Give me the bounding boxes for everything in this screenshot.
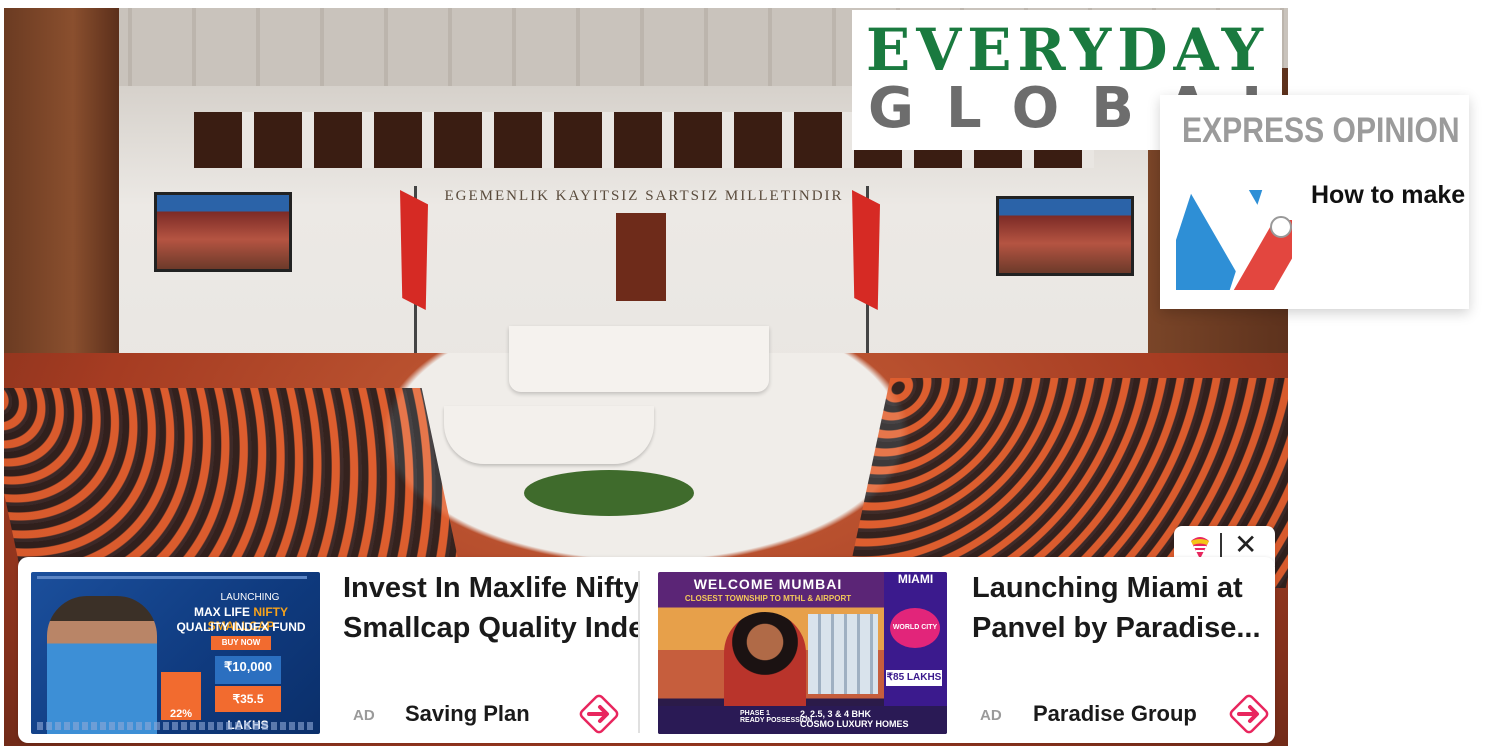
ad-model-figure (47, 596, 157, 734)
creative-towers (808, 614, 878, 694)
creative-fineprint-bottom (37, 722, 315, 730)
opinion-section-title: EXPRESS OPINION (1182, 111, 1460, 150)
creative-miami: MIAMI (897, 572, 934, 586)
creative-amount-value: ₹35.5 LAKHS (215, 686, 281, 732)
ad-card-paradise[interactable]: WELCOME MUMBAI CLOSEST TOWNSHIP TO MTHL … (642, 557, 1275, 743)
creative-welcome: WELCOME MUMBAI (693, 576, 843, 592)
wall-screen-left (154, 192, 292, 272)
ad-label: AD (353, 707, 375, 724)
creative-percent: 22% (161, 672, 201, 720)
opinion-thumbnail[interactable] (1176, 180, 1292, 294)
creative-bhk-text: 2, 2.5, 3 & 4 BHK (800, 709, 872, 719)
flag (852, 190, 880, 310)
creative-launching: LAUNCHING (220, 592, 280, 603)
creative-subtitle: CLOSEST TOWNSHIP TO MTHL & AIRPORT (684, 594, 852, 603)
ad-title-line: Smallcap Quality Index (343, 612, 638, 644)
creative-model (724, 612, 806, 712)
flag (400, 190, 428, 310)
creative-buy-now: BUY NOW (211, 636, 271, 650)
ad-label: AD (980, 707, 1002, 724)
ad-arrow-icon[interactable] (1224, 689, 1274, 739)
creative-phase-text: PHASE 1 (740, 710, 770, 717)
center-door (616, 213, 666, 301)
ad-title[interactable]: Invest In Maxlife Nifty Smallcap Quality… (343, 568, 638, 648)
lower-podium (444, 406, 654, 464)
creative-fund-brand: MAX LIFE (193, 605, 250, 619)
ad-card-maxlife[interactable]: LAUNCHING MAX LIFE NIFTY SMALLCAP QUALIT… (18, 557, 638, 743)
ad-title-line: Invest In Maxlife Nifty (343, 572, 638, 604)
thumb-shape (1270, 216, 1292, 238)
ad-image-maxlife[interactable]: LAUNCHING MAX LIFE NIFTY SMALLCAP QUALIT… (31, 572, 320, 734)
opinion-headline-link[interactable]: How to make (1311, 181, 1465, 210)
ad-arrow-icon[interactable] (574, 689, 624, 739)
ad-sponsor-name[interactable]: Saving Plan (405, 701, 530, 727)
creative-world-city: WORLD CITY (890, 608, 940, 648)
ad-title-line: Panvel by Paradise... (972, 612, 1261, 644)
ad-title[interactable]: Launching Miami at Panvel by Paradise... (972, 568, 1275, 648)
creative-fineprint-top (37, 576, 307, 579)
planter (524, 470, 694, 516)
wood-panel-left (4, 8, 119, 368)
creative-footer: PHASE 1 READY POSSESSION 2, 2.5, 3 & 4 BH… (658, 706, 947, 734)
wall-motto: EGEMENLIK KAYITSIZ SARTSIZ MILLETINDIR (444, 188, 844, 204)
creative-homes: COSMO LUXURY HOMES (800, 719, 909, 729)
express-opinion-card[interactable]: EXPRESS OPINION How to make (1160, 95, 1469, 309)
logo-line-everyday: EVERYDAY (866, 16, 1270, 84)
creative-price: ₹85 LAKHS (886, 670, 942, 686)
creative-amount-investment: ₹10,000 (215, 656, 281, 684)
creative-bhk: 2, 2.5, 3 & 4 BHK COSMO LUXURY HOMES (800, 709, 909, 729)
wall-screen-right (996, 196, 1134, 276)
ad-title-line: Launching Miami at (972, 572, 1243, 604)
creative-side-panel: MIAMI WORLD CITY ₹85 LAKHS (884, 572, 947, 706)
ad-divider (638, 571, 640, 733)
speaker-podium (509, 326, 769, 392)
sponsored-ad-strip: LAUNCHING MAX LIFE NIFTY SMALLCAP QUALIT… (18, 557, 1275, 743)
ad-image-paradise[interactable]: WELCOME MUMBAI CLOSEST TOWNSHIP TO MTHL … (658, 572, 947, 734)
ad-sponsor-name[interactable]: Paradise Group (1033, 701, 1197, 727)
creative-fund-type: QUALITY INDEX FUND (176, 620, 306, 634)
